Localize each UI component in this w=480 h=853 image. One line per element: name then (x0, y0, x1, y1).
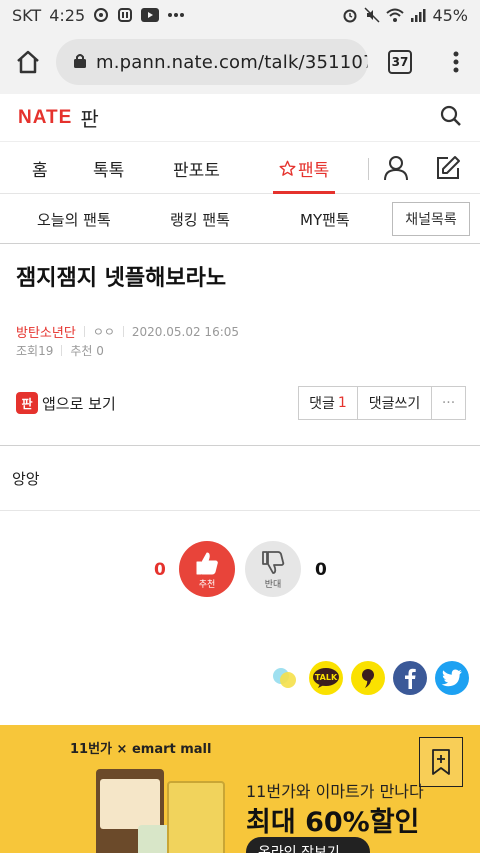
ad-banner[interactable]: 11번가 × emart mall 11번가와 이마트가 만나다 최대 60%할… (0, 725, 480, 853)
downvote-count: 0 (315, 560, 327, 580)
tab-count: 37 (388, 50, 412, 74)
tab-home[interactable]: 홈 (32, 142, 48, 194)
recommend-stat: 추천 0 (70, 344, 104, 358)
browser-menu-button[interactable] (432, 30, 480, 94)
alarm-icon (342, 7, 358, 23)
upvote-button[interactable]: 추천 (179, 541, 235, 597)
share-kakao[interactable] (351, 661, 385, 695)
kakao-comma-icon (362, 669, 374, 688)
ad-brand: 11번가 × emart mall (70, 742, 212, 757)
ad-discount: 최대 60%할인 (246, 807, 420, 838)
share-facebook[interactable] (393, 661, 427, 695)
sub-tab-ranking[interactable]: 랭킹 팬톡 (170, 194, 230, 244)
ad-headline: 11번가와 이마트가 만나다 (246, 782, 424, 801)
pann-logo[interactable]: 판 (80, 103, 98, 132)
sub-tab-my[interactable]: MY팬톡 (300, 194, 350, 244)
tab-fantalk[interactable]: 팬톡 (272, 142, 336, 194)
meta-divider (122, 326, 124, 337)
bookmark-add-icon (432, 749, 450, 775)
star-icon (279, 160, 296, 176)
compose-icon (437, 156, 460, 179)
browser-toolbar: m.pann.nate.com/talk/351107 37 (0, 30, 480, 94)
post-stats: 조회19 추천 0 (16, 342, 104, 359)
kakaotalk-icon: TALK (313, 668, 339, 688)
twitter-icon (441, 669, 462, 687)
share-kakaostory[interactable] (268, 661, 302, 695)
home-button[interactable] (0, 30, 56, 94)
pann-app-icon: 판 (16, 392, 38, 414)
views-stat: 조회19 (16, 344, 54, 358)
search-icon (440, 105, 461, 126)
upvote-count: 0 (154, 560, 166, 580)
sub-nav: 오늘의 팬톡 랭킹 팬톡 MY팬톡 채널목록 (0, 194, 480, 244)
lock-icon (74, 53, 86, 72)
bookmark-button[interactable] (419, 737, 463, 787)
share-twitter[interactable] (435, 661, 469, 695)
comment-actions: 댓글 1 댓글쓰기 ··· (298, 386, 466, 420)
carrier: SKT (12, 5, 42, 25)
author-tag: ㅇㅇ (92, 325, 115, 339)
write-comment-button[interactable]: 댓글쓰기 (358, 386, 432, 420)
tab-switcher-button[interactable]: 37 (368, 30, 432, 94)
tab-pannphoto[interactable]: 판포토 (173, 142, 220, 194)
youtube-icon (141, 8, 160, 22)
meta-divider (61, 345, 63, 356)
post-author[interactable]: 방탄소년단 (16, 322, 76, 341)
write-post-button[interactable] (435, 155, 461, 185)
channel-list-button[interactable]: 채널목록 (392, 202, 470, 236)
kebab-menu-icon (453, 51, 459, 73)
my-account-button[interactable] (383, 155, 409, 185)
ad-product-image (167, 781, 225, 853)
url-bar[interactable]: m.pann.nate.com/talk/351107 (56, 39, 368, 85)
post-datetime: 2020.05.02 16:05 (131, 324, 240, 339)
post-body: 앙앙 (12, 470, 40, 488)
tab-toktok[interactable]: 톡톡 (93, 142, 124, 194)
battery-percent: 45% (432, 5, 468, 25)
site-header: NATE 판 (0, 94, 480, 142)
search-button[interactable] (440, 105, 462, 131)
svg-text:TALK: TALK (315, 673, 338, 682)
more-notifications-icon (167, 12, 185, 18)
home-icon (17, 50, 39, 74)
post-meta: 방탄소년단 ㅇㅇ 2020.05.02 16:05 (16, 322, 240, 342)
status-bar: SKT 4:25 45% (0, 0, 480, 30)
comments-button[interactable]: 댓글 1 (298, 386, 358, 420)
downvote-label: 반대 (264, 579, 282, 590)
comment-count: 1 (337, 395, 347, 411)
downvote-button[interactable]: 반대 (245, 541, 301, 597)
open-in-app-link[interactable]: 판 앱으로 보기 (16, 392, 116, 414)
post-title: 잼지잼지 넷플해보라노 (16, 266, 227, 291)
divider (0, 510, 480, 511)
kakaostory-icon (273, 668, 296, 688)
signal-icon (410, 7, 426, 23)
upvote-label: 추천 (198, 579, 216, 590)
clock: 4:25 (49, 5, 86, 25)
thumbs-up-icon (196, 552, 218, 574)
nate-logo[interactable]: NATE (18, 107, 72, 129)
tab-fantalk-label: 팬톡 (298, 160, 330, 181)
victory-hand-icon (117, 7, 133, 23)
thumbs-down-icon (262, 550, 285, 574)
meta-divider (83, 326, 85, 337)
camera-app-icon (93, 7, 109, 23)
divider (0, 445, 480, 446)
wifi-icon (386, 7, 405, 23)
more-options-button[interactable]: ··· (432, 386, 466, 420)
facebook-icon (405, 668, 416, 689)
user-icon (384, 156, 408, 181)
share-kakaotalk[interactable]: TALK (309, 661, 343, 695)
nav-divider (368, 158, 369, 180)
mute-icon (364, 7, 380, 23)
open-in-app-label: 앱으로 보기 (42, 394, 116, 413)
sub-tab-today[interactable]: 오늘의 팬톡 (37, 194, 111, 244)
ad-cta-button[interactable]: 온라인 장보기 (246, 837, 370, 853)
url-text: m.pann.nate.com/talk/351107 (96, 51, 368, 73)
main-nav: 홈 톡톡 판포토 팬톡 (0, 142, 480, 194)
